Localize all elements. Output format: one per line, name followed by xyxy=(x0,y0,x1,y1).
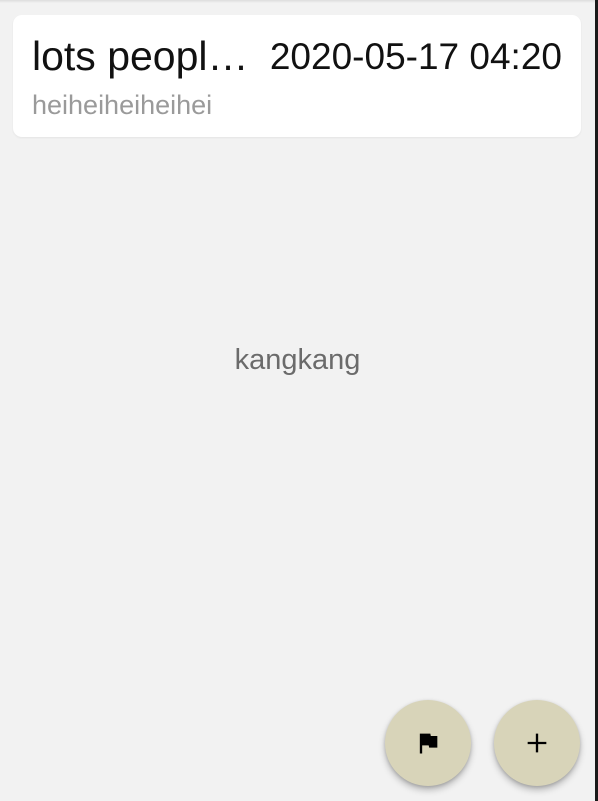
top-shadow xyxy=(0,0,595,3)
card-date: 2020-05-17 04:20 xyxy=(269,36,562,77)
flag-button[interactable] xyxy=(385,700,471,786)
plus-icon xyxy=(523,729,551,757)
item-card[interactable]: lots people come here 2020-05-17 04:20 h… xyxy=(13,15,581,137)
flag-icon xyxy=(414,729,442,757)
card-title: lots people come here xyxy=(32,33,256,79)
card-subtitle: heiheiheiheihei xyxy=(32,90,213,120)
add-button[interactable] xyxy=(494,700,580,786)
center-label: kangkang xyxy=(234,344,361,376)
